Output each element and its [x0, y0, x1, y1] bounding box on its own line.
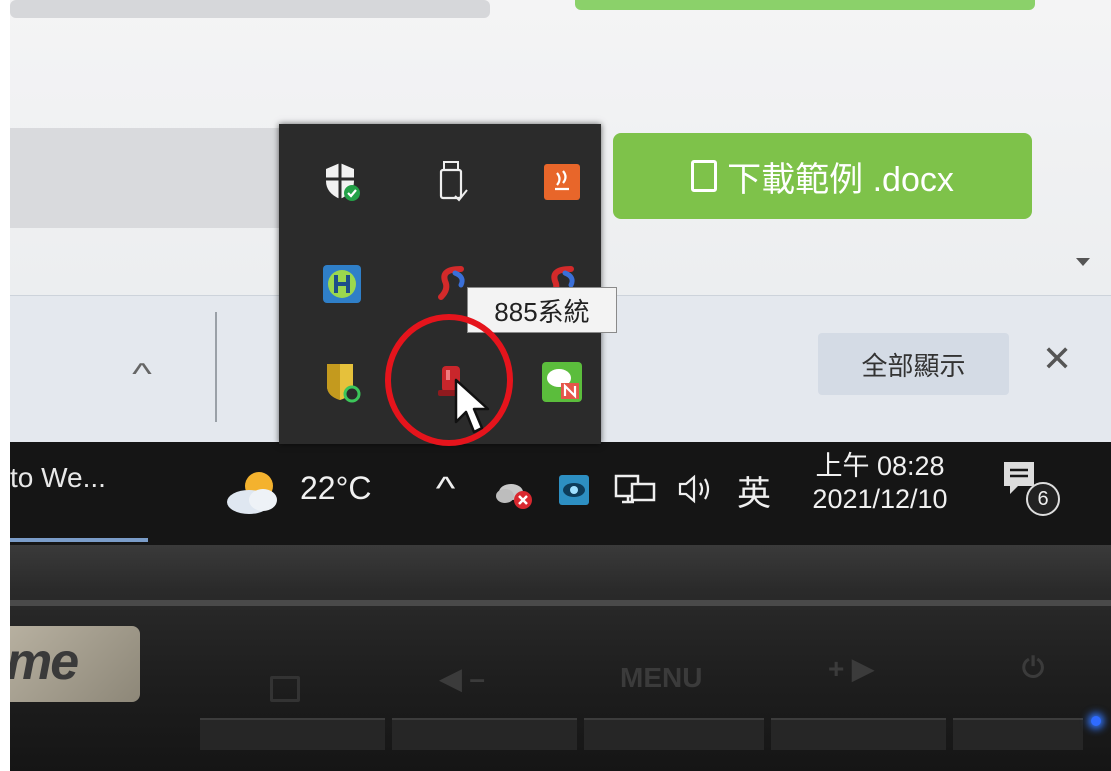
input-method-indicator[interactable]: 英	[737, 466, 771, 515]
taskbar-app-label[interactable]: to We...	[10, 462, 106, 494]
brand-logo-text: me	[6, 633, 79, 691]
h-app-icon[interactable]	[310, 252, 374, 316]
onedrive-error-icon[interactable]	[495, 478, 535, 517]
blurred-green-bar	[575, 0, 1035, 10]
bezel-edge	[0, 600, 1111, 606]
bezel-left-label: ◀ –	[440, 663, 485, 694]
close-icon[interactable]: ✕	[1042, 338, 1072, 380]
eye-app-icon[interactable]	[558, 474, 590, 511]
mouse-cursor-icon	[452, 378, 496, 443]
document-icon	[691, 160, 718, 192]
show-hidden-icons-chevron[interactable]: ^	[436, 470, 456, 507]
download-button-label: 下載範例 .docx	[727, 160, 954, 199]
photo-border	[0, 0, 10, 771]
scroll-down-arrow-icon[interactable]	[1076, 258, 1090, 266]
bezel-button-2[interactable]	[392, 718, 577, 750]
show-all-button[interactable]: 全部顯示	[818, 333, 1009, 395]
active-app-indicator	[10, 538, 148, 542]
downloads-divider	[215, 312, 217, 422]
shield-app-icon[interactable]	[310, 350, 374, 414]
notification-count-badge: 6	[1026, 482, 1060, 516]
bezel-button-3[interactable]	[584, 718, 764, 750]
volume-icon[interactable]	[676, 472, 716, 511]
input-source-icon	[270, 676, 300, 702]
bezel-button-5[interactable]	[953, 718, 1083, 750]
bezel-menu-label: MENU	[620, 662, 703, 693]
blurred-panel	[10, 128, 290, 228]
usb-eject-icon[interactable]	[420, 150, 484, 214]
java-update-icon[interactable]	[530, 150, 594, 214]
clock-date[interactable]: 2021/12/10	[790, 484, 970, 515]
bezel-button-4[interactable]	[771, 718, 946, 750]
chevron-up-icon[interactable]: ^	[132, 358, 152, 392]
weather-cloud-sun-icon[interactable]	[223, 468, 285, 523]
temperature-text[interactable]: 22°C	[300, 470, 372, 507]
power-symbol-icon: ⏻	[1022, 652, 1045, 683]
network-icon[interactable]	[614, 472, 658, 513]
download-docx-button[interactable]: 下載範例 .docx	[613, 133, 1032, 219]
clock-time[interactable]: 上午 08:28	[800, 444, 960, 483]
bezel-right-label: + ▶	[828, 653, 874, 684]
bezel-button-1[interactable]	[200, 718, 385, 750]
tooltip-885-system: 885系統	[467, 287, 617, 333]
blurred-bar	[10, 0, 490, 18]
windows-security-icon[interactable]	[310, 150, 374, 214]
chat-n-icon[interactable]	[530, 350, 594, 414]
power-led	[1091, 716, 1101, 726]
